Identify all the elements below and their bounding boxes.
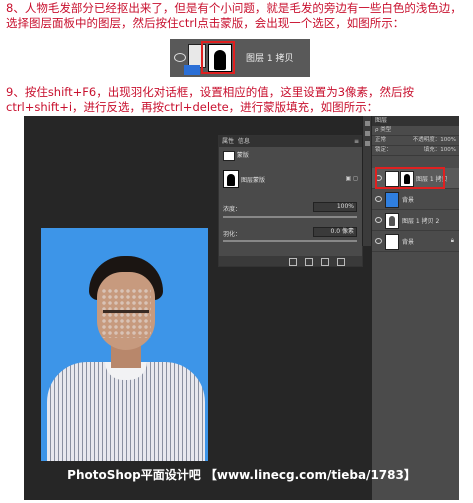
step-9-text: 9、按住shift+F6，出现羽化对话框，设置相应的值，这里设置为3像素，然后按… — [6, 85, 415, 114]
mask-label: 图层蒙版 — [241, 177, 266, 184]
apply-mask-icon[interactable] — [305, 258, 313, 266]
eye-icon[interactable] — [375, 238, 382, 244]
layers-tab[interactable]: 图层 — [372, 116, 459, 126]
properties-panel: 属性 信息 ≡ 蒙版 图层蒙版 ▣ ◻ 浓度： 100% 羽化： 0.0 像素 — [218, 135, 363, 267]
blend-mode-dropdown[interactable]: 正常 — [375, 137, 386, 143]
layers-panel: 图层 ρ 类型 正常 不透明度：100% 锁定： 填充：100% 图层 1 拷贝… — [372, 116, 459, 500]
portrait-photo — [41, 228, 208, 461]
layer-screenshot: 图层 1 拷贝 — [170, 39, 310, 77]
layer-thumbnail — [385, 192, 399, 208]
properties-footer — [219, 256, 362, 266]
feather-field[interactable]: 0.0 像素 — [313, 227, 357, 237]
layer-row[interactable]: 背景 🔒︎ — [372, 231, 459, 252]
layer-name: 背景 — [402, 197, 415, 204]
feather-slider[interactable] — [223, 240, 357, 242]
eye-icon[interactable] — [375, 217, 382, 223]
layer-thumbnail — [385, 213, 399, 229]
highlight-box — [375, 167, 445, 189]
highlight-box — [201, 41, 235, 74]
section-header: 蒙版 — [223, 150, 249, 161]
trash-icon[interactable] — [337, 258, 345, 266]
tab-properties[interactable]: 属性 — [222, 138, 234, 145]
density-slider[interactable] — [223, 216, 357, 218]
tool-icon[interactable] — [364, 131, 370, 136]
tab-info[interactable]: 信息 — [238, 138, 250, 145]
layer-row[interactable]: 背景 — [372, 189, 459, 210]
mask-icon — [223, 150, 235, 161]
feather-label: 羽化： — [223, 231, 242, 238]
properties-tabs: 属性 信息 ≡ — [219, 136, 362, 147]
eye-icon — [174, 53, 186, 62]
opacity-field[interactable]: 不透明度：100% — [413, 136, 459, 145]
section-label: 蒙版 — [236, 152, 249, 159]
layer-thumbnail — [385, 234, 399, 250]
tool-icon[interactable] — [364, 121, 370, 126]
lock-row: 锁定： 填充：100% — [372, 146, 459, 156]
density-field[interactable]: 100% — [313, 202, 357, 212]
menu-icon[interactable]: ≡ — [354, 136, 359, 147]
layer-name: 背景 — [402, 239, 415, 246]
tool-icon[interactable] — [364, 141, 370, 146]
eye-icon[interactable] — [375, 196, 382, 202]
tool-strip — [362, 116, 371, 246]
lock-icon: 🔒︎ — [450, 237, 454, 244]
mask-thumbnail — [223, 170, 239, 188]
watermark: PhotoShop平面设计吧 【www.linecg.com/tieba/178… — [67, 468, 416, 482]
lock-label: 锁定： — [375, 147, 392, 153]
photoshop-screenshot: 属性 信息 ≡ 蒙版 图层蒙版 ▣ ◻ 浓度： 100% 羽化： 0.0 像素 … — [24, 116, 459, 500]
step-8-text: 8、人物毛发部分已经抠出来了，但是有个小问题，就是毛发的旁边有一些白色的浅色边，… — [6, 1, 462, 30]
fill-field[interactable]: 填充：100% — [424, 146, 459, 155]
blend-row: 正常 不透明度：100% — [372, 136, 459, 146]
selection-icon[interactable] — [289, 258, 297, 266]
layer-name: 图层 1 拷贝 2 — [402, 218, 440, 225]
filter-dropdown[interactable]: ρ 类型 — [375, 127, 391, 133]
layer-color-strip — [184, 65, 200, 75]
density-label: 浓度： — [223, 206, 242, 213]
layer-row[interactable]: 图层 1 拷贝 2 — [372, 210, 459, 231]
layer-name: 图层 1 拷贝 — [246, 54, 294, 64]
mask-options-icon[interactable]: ▣ ◻ — [345, 175, 358, 182]
filter-row: ρ 类型 — [372, 126, 459, 136]
visibility-icon[interactable] — [321, 258, 329, 266]
